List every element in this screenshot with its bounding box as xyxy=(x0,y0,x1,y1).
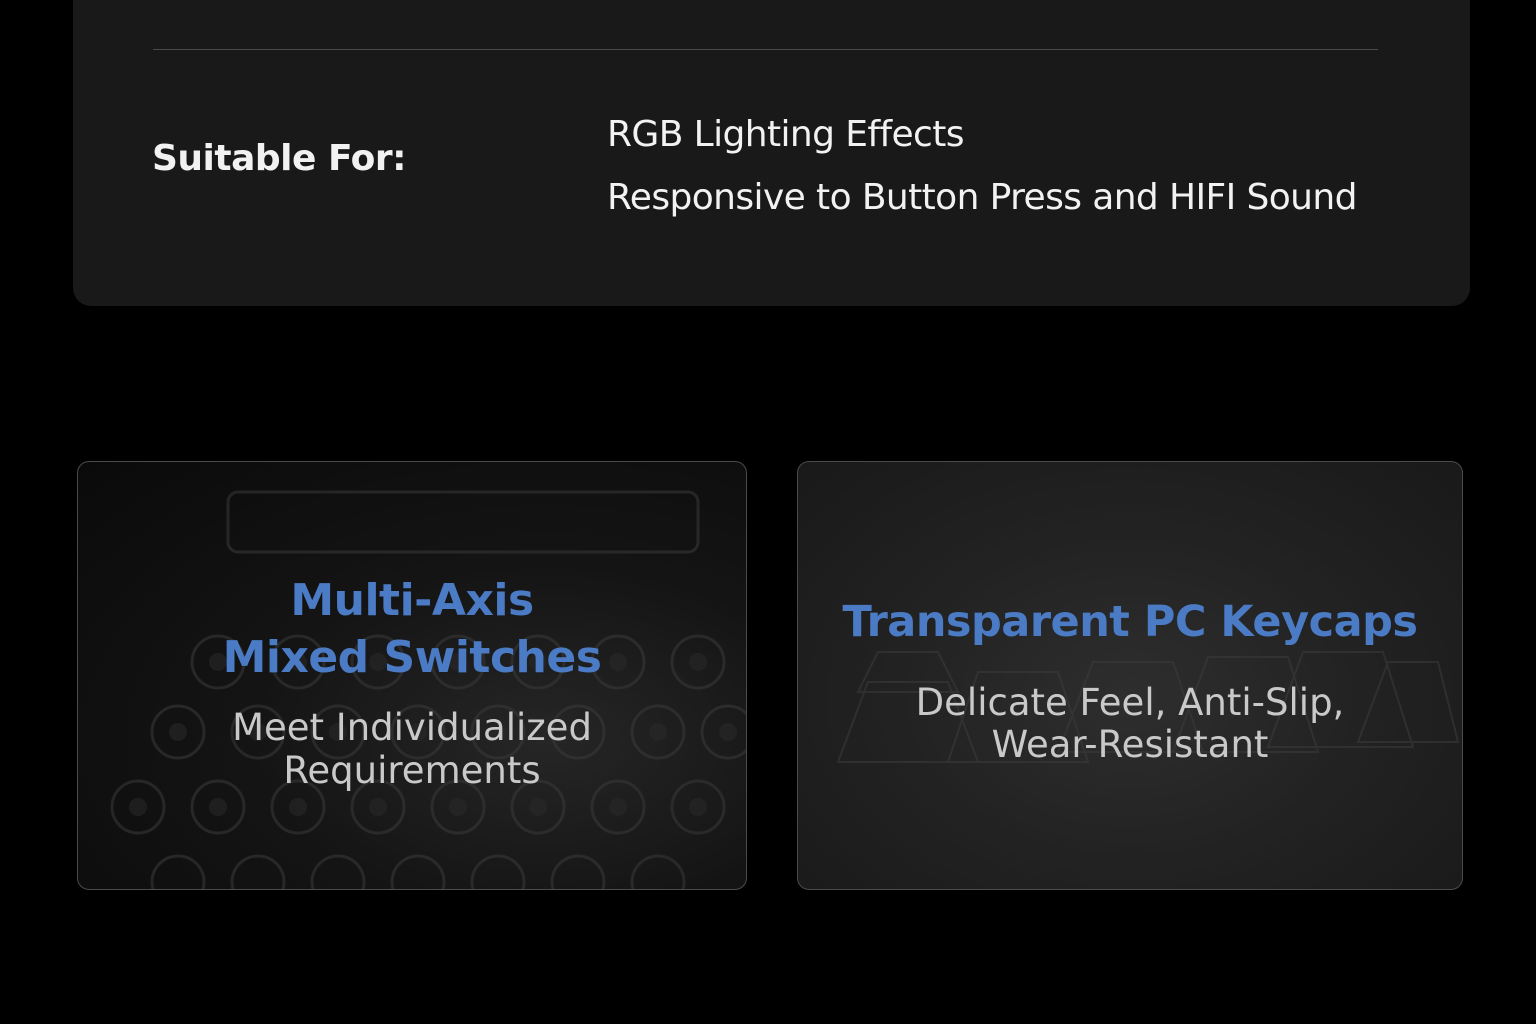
feature-card-switches: Multi-Axis Mixed Switches Meet Individua… xyxy=(77,461,747,890)
suitable-for-item: RGB Lighting Effects xyxy=(607,114,965,155)
card-title-line: Mixed Switches xyxy=(222,632,602,683)
card-subtitle-line: Meet Individualized xyxy=(232,706,592,749)
card-title-line: Transparent PC Keycaps xyxy=(842,597,1418,647)
card-title: Transparent PC Keycaps xyxy=(798,592,1462,652)
card-subtitle: Delicate Feel, Anti-Slip, Wear-Resistant xyxy=(798,682,1462,766)
card-subtitle-line: Requirements xyxy=(283,749,541,792)
card-text: Transparent PC Keycaps Delicate Feel, An… xyxy=(798,592,1462,766)
card-text: Multi-Axis Mixed Switches Meet Individua… xyxy=(78,572,746,792)
suitable-for-list: RGB Lighting Effects Responsive to Butto… xyxy=(607,103,1357,229)
card-title-line: Multi-Axis xyxy=(290,575,534,626)
divider xyxy=(153,49,1378,50)
suitable-for-label: Suitable For: xyxy=(152,138,406,179)
card-subtitle-line: Delicate Feel, Anti-Slip, xyxy=(915,681,1345,724)
feature-card-keycaps: Transparent PC Keycaps Delicate Feel, An… xyxy=(797,461,1463,890)
card-subtitle-line: Wear-Resistant xyxy=(991,723,1269,766)
card-title: Multi-Axis Mixed Switches xyxy=(78,572,746,686)
page: Suitable For: RGB Lighting Effects Respo… xyxy=(0,0,1536,1024)
card-subtitle: Meet Individualized Requirements xyxy=(78,706,746,792)
suitable-for-item: Responsive to Button Press and HIFI Soun… xyxy=(607,177,1357,218)
